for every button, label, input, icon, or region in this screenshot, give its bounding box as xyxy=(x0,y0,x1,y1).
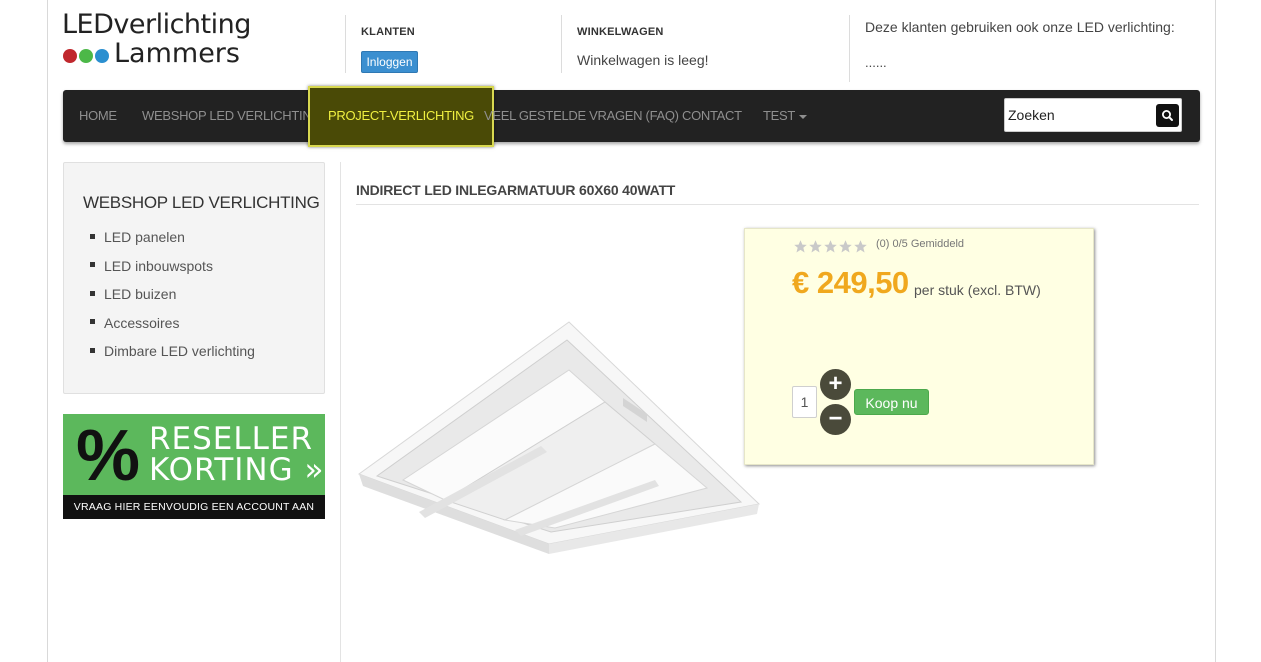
nav-project-verlichting[interactable]: PROJECT-VERLICHTING xyxy=(308,86,494,147)
bullet-icon xyxy=(90,347,95,353)
bullet-icon xyxy=(90,290,95,296)
bullet-icon xyxy=(90,319,95,325)
nav-webshop[interactable]: WEBSHOP LED VERLICHTING xyxy=(142,90,322,142)
star-empty-icon xyxy=(839,240,852,253)
header-divider xyxy=(561,15,562,73)
sidebar-item-label: LED panelen xyxy=(104,229,185,245)
product-price: € 249,50 xyxy=(792,265,909,300)
buy-box: (0) 0/5 Gemiddeld € 249,50 per stuk (exc… xyxy=(744,228,1094,465)
led-fixture-image xyxy=(357,321,761,554)
sidebar-item-led-panelen[interactable]: LED panelen xyxy=(90,225,255,254)
sidebar-item-label: LED inbouwspots xyxy=(104,257,213,274)
reseller-korting-banner[interactable]: % RESELLER KORTING » VRAAG HIER EENVOUDI… xyxy=(63,414,325,519)
sidebar-item-dimbare-led[interactable]: Dimbare LED verlichting xyxy=(90,339,255,368)
login-button[interactable]: Inloggen xyxy=(361,51,418,73)
star-empty-icon xyxy=(824,240,837,253)
search-box xyxy=(1004,98,1182,132)
logo-line-2: Lammers xyxy=(114,38,240,69)
sidebar-item-led-inbouwspots[interactable]: LED inbouwspots xyxy=(90,254,255,283)
sidebar-item-accessoires[interactable]: Accessoires xyxy=(90,311,255,340)
nav-contact[interactable]: CONTACT xyxy=(682,90,742,142)
product-image[interactable] xyxy=(355,230,765,640)
sidebar-item-label: LED buizen xyxy=(104,286,177,302)
cart-status: Winkelwagen is leeg! xyxy=(577,52,709,68)
quantity-increase-button[interactable]: + xyxy=(820,369,851,400)
header-divider xyxy=(345,15,346,73)
title-divider xyxy=(356,204,1199,205)
clients-text: Deze klanten gebruiken ook onze LED verl… xyxy=(865,19,1175,35)
bullet-icon xyxy=(90,233,95,239)
percent-icon: % xyxy=(76,416,141,496)
sidebar-title: WEBSHOP LED VERLICHTING xyxy=(83,193,320,212)
search-button[interactable] xyxy=(1156,104,1179,127)
product-title: INDIRECT LED INLEGARMATUUR 60X60 40WATT xyxy=(356,182,676,198)
sidebar-category-panel: WEBSHOP LED VERLICHTING LED panelen LED … xyxy=(63,162,325,394)
klanten-title: KLANTEN xyxy=(361,26,415,38)
logo-dot-red xyxy=(63,49,77,63)
sidebar-item-label: Accessoires xyxy=(104,314,180,331)
nav-faq[interactable]: VEEL GESTELDE VRAGEN (FAQ) xyxy=(484,90,679,142)
logo-dot-green xyxy=(79,49,93,63)
nav-home[interactable]: HOME xyxy=(79,90,117,142)
bullet-icon xyxy=(90,262,95,268)
quantity-input[interactable] xyxy=(792,386,817,418)
header-divider xyxy=(849,15,850,82)
rating-stars[interactable] xyxy=(793,239,868,259)
price-unit: per stuk (excl. BTW) xyxy=(914,282,1041,298)
star-empty-icon xyxy=(794,240,807,253)
buy-now-button[interactable]: Koop nu xyxy=(854,389,929,415)
reseller-line-2: KORTING » xyxy=(149,452,325,488)
search-input[interactable] xyxy=(1008,103,1148,127)
nav-test-dropdown[interactable]: TEST xyxy=(763,90,808,142)
sidebar-item-led-buizen[interactable]: LED buizen xyxy=(90,282,255,311)
nav-test-label: TEST xyxy=(763,108,796,123)
logo-dots xyxy=(63,49,111,63)
caret-down-icon xyxy=(799,114,808,119)
rating-text: (0) 0/5 Gemiddeld xyxy=(876,238,965,250)
star-empty-icon xyxy=(854,240,867,253)
content-divider xyxy=(340,162,341,662)
logo-dot-blue xyxy=(95,49,109,63)
clients-placeholder: ...... xyxy=(865,55,887,70)
search-icon xyxy=(1162,110,1173,121)
star-empty-icon xyxy=(809,240,822,253)
cart-title: WINKELWAGEN xyxy=(577,26,664,38)
logo-line-1: LEDverlichting xyxy=(62,9,251,40)
quantity-decrease-button[interactable]: − xyxy=(820,404,851,435)
reseller-footer: VRAAG HIER EENVOUDIG EEN ACCOUNT AAN xyxy=(63,495,325,519)
site-logo[interactable]: LEDverlichting Lammers xyxy=(62,10,252,70)
sidebar-item-label: Dimbare LED verlichting xyxy=(104,343,255,359)
sidebar-category-list: LED panelen LED inbouwspots LED buizen A… xyxy=(90,225,255,368)
